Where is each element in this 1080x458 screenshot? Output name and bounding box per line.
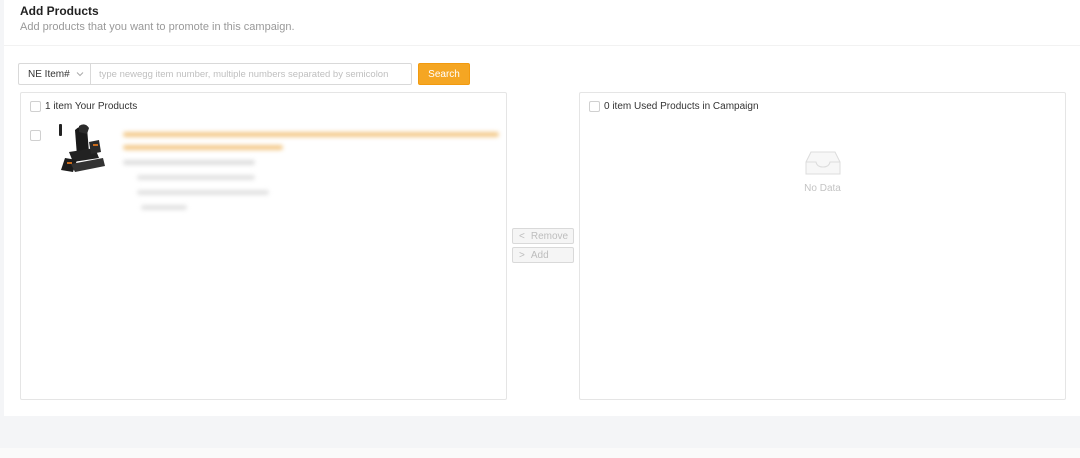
product-title-blurred [123, 132, 499, 137]
search-row: NE Item# Search [18, 63, 470, 85]
empty-state: No Data [580, 148, 1065, 194]
page-title: Add Products [20, 4, 99, 18]
chevron-down-icon [76, 72, 84, 77]
your-products-panel: 1 item Your Products [20, 92, 507, 400]
search-type-value: NE Item# [28, 68, 70, 80]
campaign-products-count-label: 0 item Used Products in Campaign [604, 100, 759, 112]
remove-button[interactable]: < Remove [512, 228, 574, 244]
product-detail-blurred [137, 175, 255, 180]
list-item[interactable] [21, 119, 506, 229]
page-subtitle: Add products that you want to promote in… [20, 21, 295, 33]
add-label: Add [530, 249, 549, 261]
add-button[interactable]: > Add [512, 247, 574, 263]
search-type-select[interactable]: NE Item# [18, 63, 90, 85]
massage-chair-image [59, 124, 105, 172]
product-title-blurred-line-2 [123, 145, 283, 150]
chevron-right-icon: > [519, 249, 525, 261]
campaign-products-panel: 0 item Used Products in Campaign No Data [579, 92, 1066, 400]
product-detail-blurred [123, 160, 255, 165]
product-detail-blurred [137, 190, 269, 195]
your-products-header: 1 item Your Products [21, 93, 506, 119]
remove-label: Remove [530, 230, 569, 242]
chevron-left-icon: < [519, 230, 525, 242]
header-divider [4, 45, 1080, 46]
search-button[interactable]: Search [418, 63, 470, 85]
your-products-count-label: 1 item Your Products [45, 100, 138, 112]
product-detail-blurred [141, 205, 187, 210]
select-all-campaign-products-checkbox[interactable] [589, 100, 600, 112]
inbox-icon [805, 151, 840, 175]
item-number-input[interactable] [90, 63, 412, 85]
product-checkbox[interactable] [30, 130, 41, 141]
select-all-your-products-checkbox[interactable] [30, 100, 41, 112]
no-data-text: No Data [804, 183, 841, 194]
add-products-card: Add Products Add products that you want … [4, 0, 1080, 416]
footer-strip [0, 448, 1080, 458]
campaign-products-header: 0 item Used Products in Campaign [580, 93, 1065, 119]
